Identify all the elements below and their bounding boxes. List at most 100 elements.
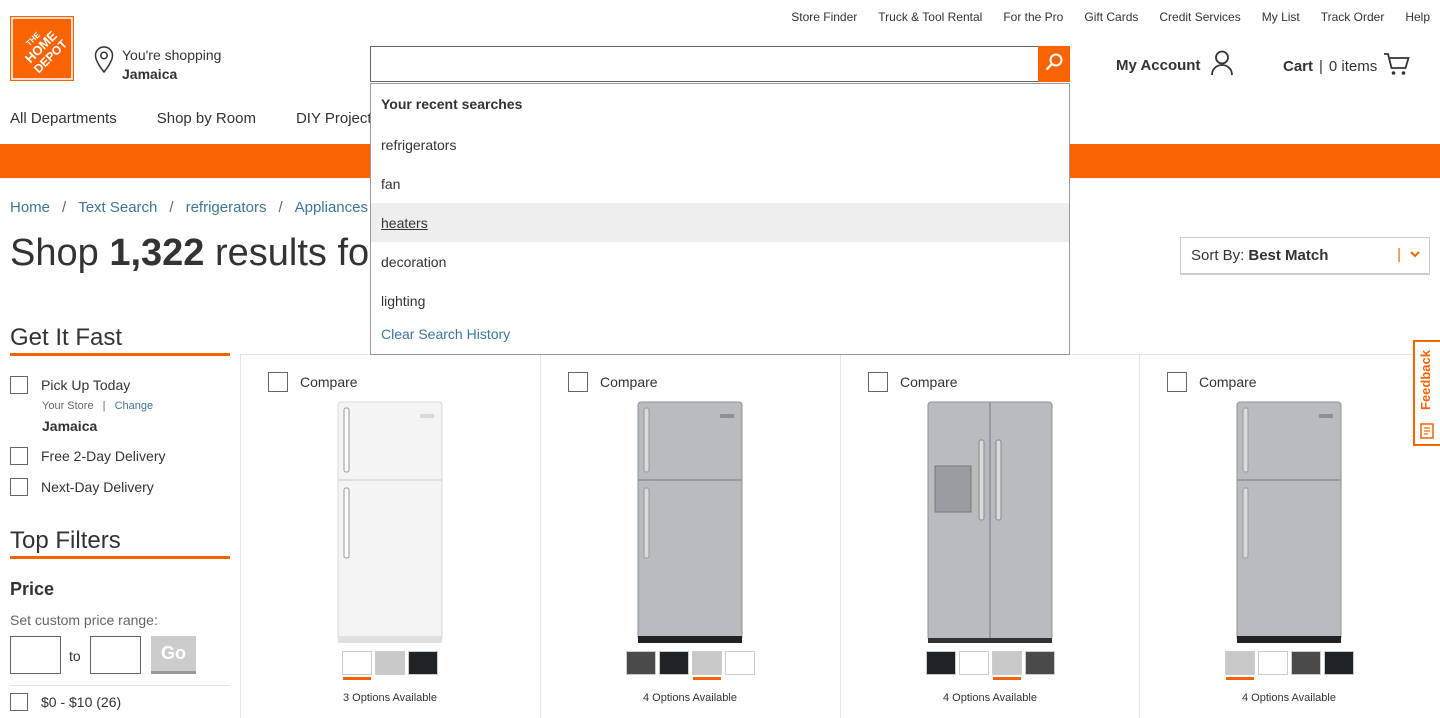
sort-dropdown[interactable]: Sort By: Best Match | xyxy=(1180,237,1430,275)
utility-nav: Store Finder Truck & Tool Rental For the… xyxy=(770,10,1430,24)
color-swatches xyxy=(625,651,755,680)
search-box[interactable] xyxy=(370,46,1038,82)
price-to-label: to xyxy=(69,648,81,664)
nav-diy-projects[interactable]: DIY Projects xyxy=(296,110,379,127)
page-title: Shop 1,322 results for xyxy=(10,232,382,275)
store-separator: | xyxy=(102,400,106,412)
product-image[interactable] xyxy=(630,400,750,650)
color-swatch[interactable] xyxy=(1323,651,1354,675)
util-store-finder[interactable]: Store Finder xyxy=(791,10,857,24)
price-range-filter[interactable]: $0 - $10 (26) xyxy=(10,693,121,711)
crumb-refrigerators[interactable]: refrigerators xyxy=(186,199,267,216)
util-credit-services[interactable]: Credit Services xyxy=(1159,10,1240,24)
recent-search-item[interactable]: decoration xyxy=(371,242,1069,281)
color-swatch[interactable] xyxy=(991,651,1022,680)
crumb-home[interactable]: Home xyxy=(10,199,50,216)
util-help[interactable]: Help xyxy=(1405,10,1430,24)
min-price-input[interactable] xyxy=(10,636,61,674)
color-swatch[interactable] xyxy=(408,651,438,675)
price-go-button[interactable]: Go xyxy=(151,636,196,674)
util-truck-rental[interactable]: Truck & Tool Rental xyxy=(878,10,982,24)
result-count: 1,322 xyxy=(109,232,205,274)
color-swatch[interactable] xyxy=(1290,651,1321,675)
product-card[interactable]: Compare 3 Options Available xyxy=(240,356,540,718)
color-swatch[interactable] xyxy=(375,651,405,675)
nav-all-departments[interactable]: All Departments xyxy=(10,110,117,127)
free-2day-checkbox[interactable] xyxy=(10,447,28,465)
free-2day-label: Free 2-Day Delivery xyxy=(41,448,166,464)
util-track-order[interactable]: Track Order xyxy=(1321,10,1385,24)
color-swatch[interactable] xyxy=(1224,651,1255,680)
feedback-label: Feedback xyxy=(1418,350,1433,410)
color-swatch[interactable] xyxy=(691,651,722,680)
compare-option[interactable]: Compare xyxy=(1167,372,1257,392)
next-day-checkbox[interactable] xyxy=(10,478,28,496)
cart-icon xyxy=(1383,52,1411,80)
util-for-the-pro[interactable]: For the Pro xyxy=(1003,10,1063,24)
title-suffix: results for xyxy=(214,232,382,274)
max-price-input[interactable] xyxy=(90,636,141,674)
recent-search-item[interactable]: refrigerators xyxy=(371,125,1069,164)
crumb-appliances[interactable]: Appliances xyxy=(295,199,368,216)
pickup-checkbox[interactable] xyxy=(10,376,28,394)
compare-label: Compare xyxy=(900,374,958,390)
search-input[interactable] xyxy=(371,47,1038,81)
product-card[interactable]: Compare 4 Options Available xyxy=(840,356,1140,718)
color-swatch[interactable] xyxy=(958,651,989,675)
color-swatch[interactable] xyxy=(1024,651,1055,675)
price-range-label: $0 - $10 (26) xyxy=(41,694,122,710)
sidebar-store-name: Jamaica xyxy=(42,418,98,434)
store-line: Your Store | Change xyxy=(42,400,153,412)
store-name: Jamaica xyxy=(122,66,178,82)
free-2day-filter[interactable]: Free 2-Day Delivery xyxy=(10,447,165,465)
store-picker[interactable]: You're shopping Jamaica xyxy=(94,46,221,84)
compare-checkbox[interactable] xyxy=(868,372,888,392)
cart-link[interactable]: Cart | 0 items xyxy=(1283,52,1411,80)
feedback-tab[interactable]: Feedback xyxy=(1413,340,1440,446)
product-card[interactable]: Compare 4 Options Available xyxy=(1139,356,1439,718)
color-swatches xyxy=(1224,651,1354,680)
compare-checkbox[interactable] xyxy=(268,372,288,392)
color-swatch[interactable] xyxy=(658,651,689,675)
compare-checkbox[interactable] xyxy=(1167,372,1187,392)
color-swatches xyxy=(925,651,1055,680)
compare-option[interactable]: Compare xyxy=(868,372,958,392)
compare-option[interactable]: Compare xyxy=(568,372,658,392)
next-day-label: Next-Day Delivery xyxy=(41,479,154,495)
product-image[interactable] xyxy=(330,400,450,650)
next-day-filter[interactable]: Next-Day Delivery xyxy=(10,478,154,496)
price-range-checkbox[interactable] xyxy=(10,693,28,711)
product-card[interactable]: Compare 4 Options Available xyxy=(540,356,840,718)
crumb-text-search[interactable]: Text Search xyxy=(78,199,157,216)
crumb-separator: / xyxy=(62,199,67,216)
product-image[interactable] xyxy=(1229,400,1349,650)
util-gift-cards[interactable]: Gift Cards xyxy=(1084,10,1138,24)
options-available: 4 Options Available xyxy=(1242,692,1336,704)
color-swatch[interactable] xyxy=(342,651,372,680)
color-swatch[interactable] xyxy=(925,651,956,675)
search-icon xyxy=(1044,52,1064,77)
location-pin-icon xyxy=(94,46,114,79)
breadcrumb: Home / Text Search / refrigerators / App… xyxy=(10,199,368,216)
color-swatch[interactable] xyxy=(1257,651,1288,675)
color-swatch[interactable] xyxy=(724,651,755,675)
pickup-today-filter[interactable]: Pick Up Today xyxy=(10,376,130,394)
clear-search-history-link[interactable]: Clear Search History xyxy=(381,326,510,342)
util-my-list[interactable]: My List xyxy=(1262,10,1300,24)
change-store-link[interactable]: Change xyxy=(115,400,154,412)
compare-option[interactable]: Compare xyxy=(268,372,358,392)
recent-search-item[interactable]: heaters xyxy=(371,203,1069,242)
get-it-fast-heading: Get It Fast xyxy=(10,324,230,356)
recent-search-item[interactable]: fan xyxy=(371,164,1069,203)
compare-checkbox[interactable] xyxy=(568,372,588,392)
color-swatch[interactable] xyxy=(625,651,656,675)
compare-label: Compare xyxy=(300,374,358,390)
product-image[interactable] xyxy=(925,400,1055,650)
home-depot-logo[interactable]: THE HOME DEPOT xyxy=(10,16,74,81)
search-button[interactable] xyxy=(1038,46,1070,82)
pickup-label: Pick Up Today xyxy=(41,377,131,393)
my-account-link[interactable]: My Account xyxy=(1116,50,1234,80)
recent-search-item[interactable]: lighting xyxy=(371,281,1069,320)
nav-shop-by-room[interactable]: Shop by Room xyxy=(157,110,256,127)
options-available: 4 Options Available xyxy=(643,692,737,704)
